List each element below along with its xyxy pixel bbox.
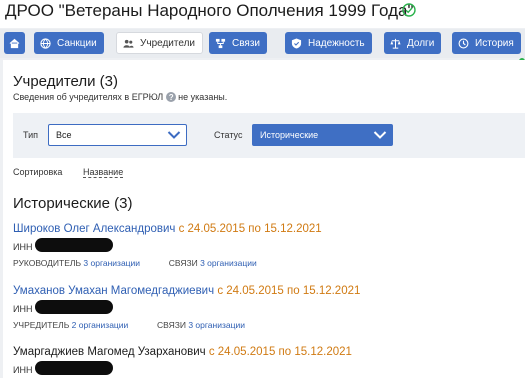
status-select[interactable]: Исторические [252,124,393,146]
founder-card: Умаханов Умахан Магомедгаджиевич с 24.05… [13,285,518,330]
help-icon[interactable]: ? [166,92,177,102]
inn-label: ИНН [13,365,33,375]
nav-home-button[interactable] [4,32,25,54]
chevron-down-icon [167,131,181,139]
note-text: Сведения об учредителях в ЕГРЮЛ [13,92,164,102]
inn-row: ИНН [13,300,518,314]
nav-history-button[interactable]: История [452,32,521,54]
links-orgs-link[interactable]: 3 организации [188,320,245,330]
nav-founders-tab[interactable]: Учредители [116,32,204,54]
person-period: с 24.05.2015 по 15.12.2021 [178,223,322,235]
person-period: с 24.05.2015 по 15.12.2021 [217,285,361,297]
role-orgs-link[interactable]: 3 организации [83,258,140,268]
section-title: Учредители (3) [13,73,119,90]
globe-icon [40,37,51,49]
founder-card: Умаргаджиев Магомед Узарханович с 24.05.… [13,346,518,375]
shield-icon [291,37,302,49]
status-select-value: Исторические [260,130,319,140]
role-label: РУКОВОДИТЕЛЬ [13,258,82,268]
person-name-link[interactable]: Умаханов Умахан Магомедгаджиевич [13,285,214,297]
chevron-down-icon [373,131,387,139]
nav-reliability-label: Надежность [308,37,365,49]
people-icon [123,39,134,48]
links-label: СВЯЗИ [168,258,198,268]
role-orgs-link[interactable]: 2 организации [72,320,129,330]
inn-label: ИНН [13,304,33,314]
note-suffix: не указаны. [178,92,228,102]
status-filter-label: Статус [214,130,243,140]
type-select-value: Все [56,130,72,140]
type-select[interactable]: Все [48,124,187,146]
founder-card: Широков Олег Александрович с 24.05.2015 … [13,223,518,268]
person-roles: УЧРЕДИТЕЛЬ 2 организации СВЯЗИ 3 организ… [13,320,518,330]
inn-row: ИНН [13,238,518,252]
nav-links-label: Связи [232,37,261,49]
section-nav: Санкции Учредители Связи Надежность Долг… [0,29,525,64]
links-orgs-link[interactable]: 3 организации [200,258,257,268]
person-roles: РУКОВОДИТЕЛЬ 3 организации СВЯЗИ 3 орган… [13,258,518,268]
nav-debts-label: Долги [407,37,435,49]
nav-debts-button[interactable]: Долги [384,32,442,54]
redaction-bar [35,300,113,314]
home-icon [9,38,20,48]
historical-group-title: Исторические (3) [13,195,133,212]
section-note: Сведения об учредителях в ЕГРЮЛ ? не ука… [13,92,227,102]
nav-sanctions-label: Санкции [57,37,97,49]
inn-label: ИНН [13,242,33,252]
nav-links-button[interactable]: Связи [209,32,268,54]
filter-panel: Тип Все Статус Исторические [13,113,525,158]
redaction-bar [35,238,113,252]
person-name-link[interactable]: Широков Олег Александрович [13,223,175,235]
sort-by-name-toggle[interactable]: Название [83,167,124,178]
verified-check-icon [402,3,416,17]
sort-label: Сортировка [13,167,63,177]
role-label: УЧРЕДИТЕЛЬ [13,320,70,330]
title-bar: ДРОО "Ветераны Народного Ополчения 1999 … [0,0,525,28]
network-icon [215,38,226,48]
nav-sanctions-button[interactable]: Санкции [34,32,104,54]
person-period: с 24.05.2015 по 15.12.2021 [208,346,352,358]
type-filter-label: Тип [23,130,39,140]
founders-section: Учредители (3) Сведения об учредителях в… [3,60,525,378]
person-name[interactable]: Умаргаджиев Магомед Узарханович [13,346,206,358]
nav-reliability-button[interactable]: Надежность [285,32,372,54]
inn-row: ИНН [13,361,518,375]
links-label: СВЯЗИ [157,320,186,330]
nav-founders-label: Учредители [140,37,196,49]
redaction-bar [35,361,113,375]
scales-icon [390,38,401,49]
nav-history-label: История [475,37,514,49]
page-title: ДРОО "Ветераны Народного Ополчения 1999 … [5,1,414,20]
history-icon [458,38,469,48]
